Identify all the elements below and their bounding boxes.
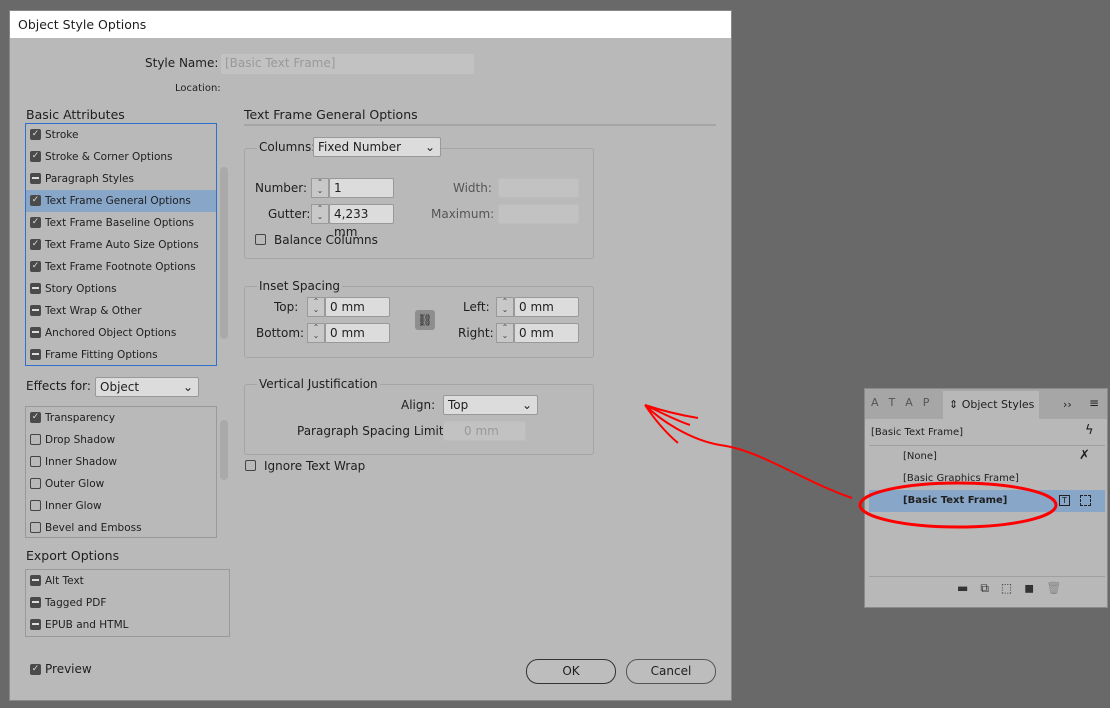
highlight-ellipse <box>858 481 1058 529</box>
arrow-stroke <box>644 404 853 499</box>
red-annotation <box>644 404 1058 529</box>
